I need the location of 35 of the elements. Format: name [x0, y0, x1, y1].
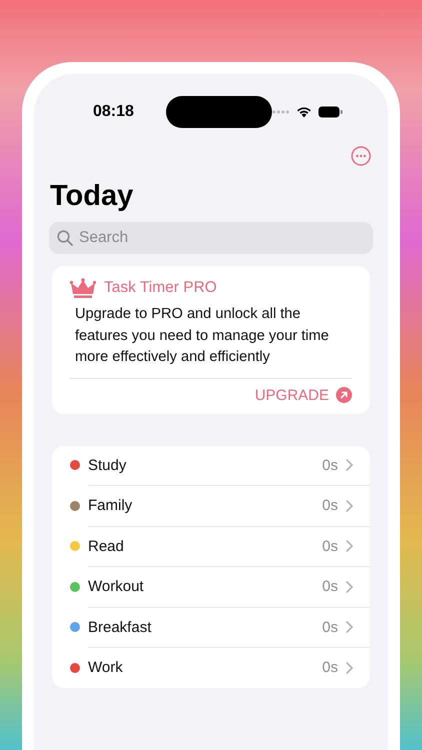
- more-button[interactable]: [351, 146, 371, 166]
- chevron-icon: [346, 540, 353, 552]
- status-time: 08:18: [93, 103, 135, 121]
- crown-icon: [70, 278, 96, 298]
- task-name: Work: [88, 659, 123, 676]
- task-time: 0s: [322, 659, 338, 676]
- task-row[interactable]: Family 0s: [88, 485, 370, 526]
- task-row[interactable]: Work 0s: [88, 647, 370, 688]
- task-row[interactable]: Workout 0s: [88, 566, 370, 606]
- task-name: Workout: [88, 578, 144, 596]
- task-time: 0s: [322, 618, 338, 636]
- search-field[interactable]: Search: [49, 222, 373, 254]
- chevron-icon: [346, 621, 353, 634]
- task-row[interactable]: Breakfast 0s: [88, 606, 370, 647]
- task-row[interactable]: Study 0s: [52, 446, 370, 485]
- promo-title: Task Timer PRO: [104, 279, 217, 297]
- chevron-icon: [346, 500, 353, 512]
- task-row[interactable]: Read 0s: [88, 526, 370, 566]
- page-title: Today: [50, 180, 134, 213]
- task-time: 0s: [322, 497, 338, 514]
- task-name: Study: [88, 456, 126, 474]
- search-icon: [57, 230, 73, 246]
- chevron-icon: [346, 459, 353, 472]
- task-time: 0s: [322, 538, 338, 555]
- task-name: Family: [88, 497, 132, 514]
- task-name: Read: [88, 538, 124, 555]
- chevron-icon: [346, 662, 353, 674]
- wifi-icon: [296, 106, 312, 118]
- promo-text: Upgrade to PRO and unlock all the features you need to manage your time more effectively and efficiently: [75, 305, 330, 367]
- task-name: Breakfast: [88, 618, 152, 636]
- task-time: 0s: [322, 578, 338, 596]
- chevron-icon: [346, 580, 353, 593]
- signal-icon: [272, 110, 290, 114]
- battery-icon: [318, 106, 343, 118]
- task-time: 0s: [322, 456, 338, 474]
